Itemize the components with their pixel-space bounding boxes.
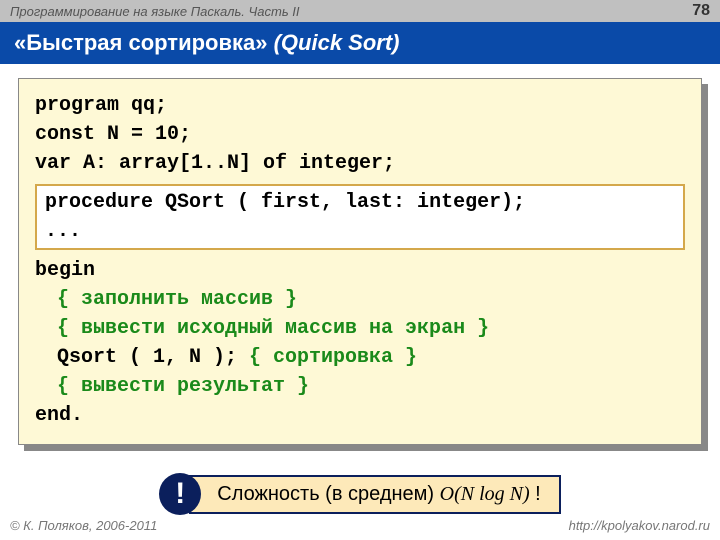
content-area: program qq; const N = 10; var A: array[1…: [0, 64, 720, 515]
code-line: Qsort ( 1, N ); { сортировка }: [35, 343, 685, 372]
code-block: program qq; const N = 10; var A: array[1…: [18, 78, 702, 445]
complexity-formula: O(N log N): [440, 483, 530, 505]
complexity-label-post: !: [530, 483, 541, 505]
code-line: const N = 10;: [35, 120, 685, 149]
footer-url: http://kpolyakov.narod.ru: [569, 518, 710, 533]
code-line: program qq;: [35, 91, 685, 120]
complexity-row: ! Сложность (в среднем) O(N log N) !: [18, 473, 702, 515]
complexity-box: Сложность (в среднем) O(N log N) !: [189, 475, 561, 514]
code-comment: { вывести результат }: [35, 372, 685, 401]
code-line: begin: [35, 256, 685, 285]
code-line: procedure QSort ( first, last: integer);: [45, 188, 675, 217]
code-block-wrap: program qq; const N = 10; var A: array[1…: [18, 78, 702, 445]
course-label: Программирование на языке Паскаль. Часть…: [10, 4, 300, 19]
code-comment: { вывести исходный массив на экран }: [35, 314, 685, 343]
code-line: var A: array[1..N] of integer;: [35, 149, 685, 178]
page-number: 78: [692, 2, 710, 20]
code-comment: { заполнить массив }: [35, 285, 685, 314]
code-call: Qsort ( 1, N );: [57, 346, 249, 369]
slide-title: «Быстрая сортировка» (Quick Sort): [0, 22, 720, 64]
code-line: ...: [45, 217, 675, 246]
procedure-callout: procedure QSort ( first, last: integer);…: [35, 184, 685, 250]
title-subtitle: (Quick Sort): [274, 30, 400, 55]
complexity-label-pre: Сложность (в среднем): [217, 483, 439, 505]
footer: © К. Поляков, 2006-2011 http://kpolyakov…: [0, 514, 720, 540]
header-bar: Программирование на языке Паскаль. Часть…: [0, 0, 720, 22]
exclamation-badge: !: [159, 473, 201, 515]
title-main: «Быстрая сортировка»: [14, 30, 274, 55]
code-comment: { сортировка }: [249, 346, 417, 369]
code-line: end.: [35, 401, 685, 430]
copyright-label: © К. Поляков, 2006-2011: [10, 518, 157, 533]
